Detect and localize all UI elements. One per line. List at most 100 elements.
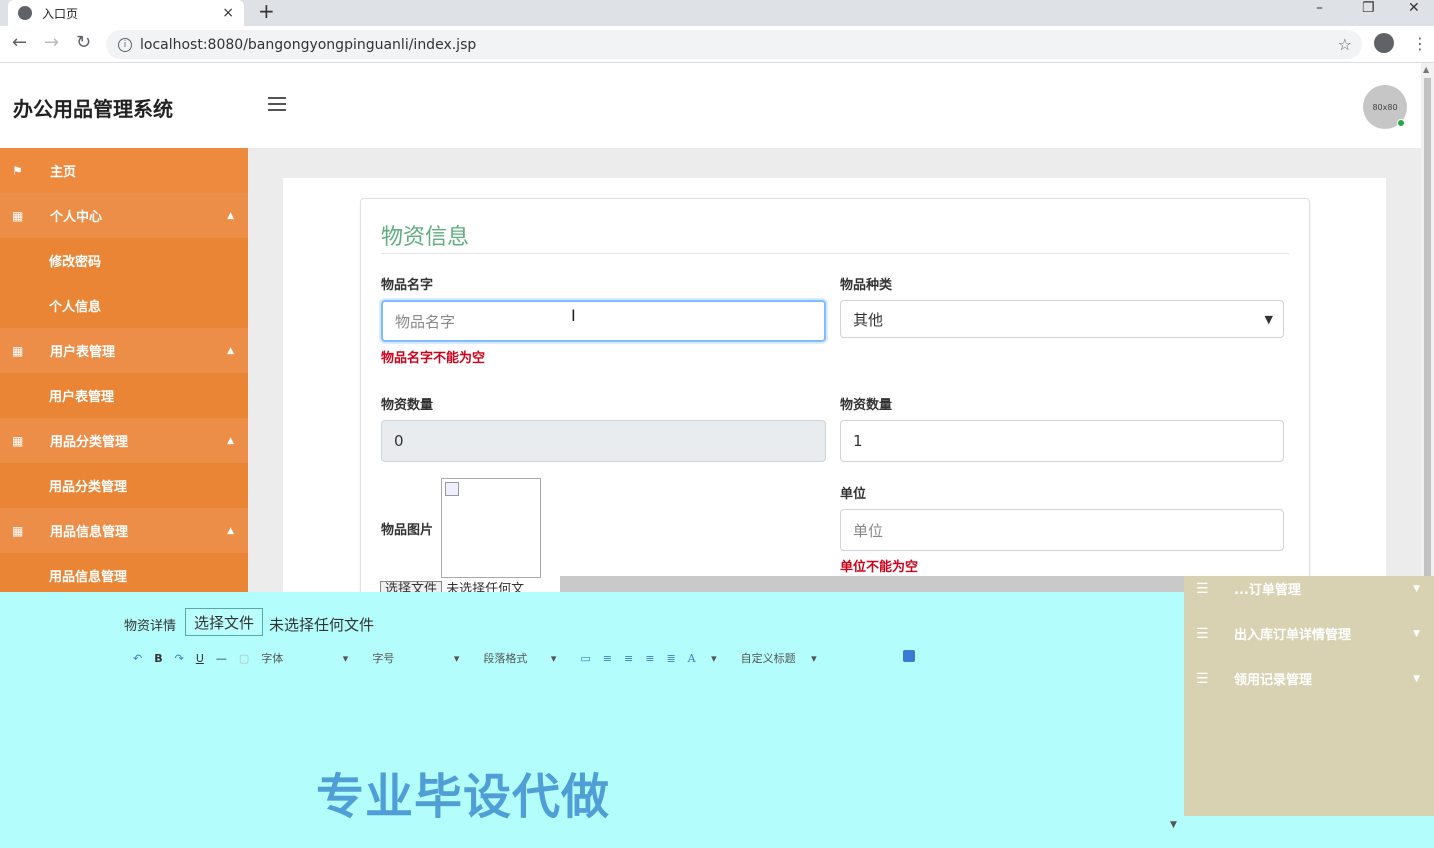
category-value: 其他 <box>853 310 884 329</box>
border-icon[interactable]: ▭ <box>580 652 590 665</box>
image-file-button[interactable]: 选择文件 <box>380 581 443 592</box>
forward-arrow-icon[interactable]: → <box>44 32 59 53</box>
undo-icon[interactable]: ↶ <box>133 652 142 665</box>
address-bar[interactable]: i localhost:8080/bangongyongpinguanli/in… <box>106 30 1362 59</box>
browser-tab-strip: 入口页 × + – ❐ ✕ <box>0 0 1434 26</box>
image-file-picker[interactable]: 选择文件 未选择任何文 <box>380 578 560 592</box>
bold-button[interactable]: B <box>154 652 162 665</box>
sidebar: ⚑ 主页 ▦ 个人中心 ▲ 修改密码 个人信息 ▦ 用户表管理 ▲ 用户表管理 … <box>0 148 248 592</box>
sidebar-item-personal-info[interactable]: 个人信息 <box>0 283 248 328</box>
qty-input[interactable]: 1 <box>840 420 1284 462</box>
chevron-down-icon: ▾ <box>453 652 460 665</box>
profile-icon[interactable] <box>1374 33 1394 53</box>
tab-close-icon[interactable]: × <box>222 5 234 21</box>
grid-icon: ▦ <box>12 343 24 358</box>
list-icon: ☰ <box>1196 670 1209 687</box>
editor-label: 物资详情 <box>124 619 177 634</box>
avatar[interactable]: 80x80 <box>1363 85 1407 129</box>
broken-image-icon <box>445 482 459 496</box>
reload-icon[interactable]: ↻ <box>76 32 91 53</box>
minimize-button[interactable]: – <box>1316 0 1323 16</box>
window-close-button[interactable]: ✕ <box>1408 0 1420 16</box>
sidebar-group-users[interactable]: ▦ 用户表管理 ▲ <box>0 328 248 373</box>
info-icon[interactable]: i <box>118 37 132 52</box>
browser-toolbar: ← → ↻ i localhost:8080/bangongyongpingua… <box>0 26 1434 63</box>
chevron-down-icon: ▾ <box>811 652 817 665</box>
sidebar-group-personal[interactable]: ▦ 个人中心 ▲ <box>0 193 248 238</box>
menu-kebab-icon[interactable]: ⋮ <box>1412 34 1428 53</box>
qty-value-left: 0 <box>394 432 404 450</box>
online-status-dot <box>1397 119 1405 127</box>
category-select[interactable]: 其他 ▼ <box>840 300 1284 338</box>
align-right-icon[interactable]: ≡ <box>624 652 633 665</box>
scroll-down-arrow-icon[interactable]: ▼ <box>1170 820 1177 830</box>
unit-placeholder: 单位 <box>853 521 884 540</box>
bookmark-star-icon[interactable]: ☆ <box>1338 35 1352 54</box>
overlay-menu-item-orders[interactable]: ☰ ...订单管理 ▼ <box>1184 566 1434 611</box>
item-image-preview <box>441 478 541 578</box>
qty-readonly-field: 0 <box>381 420 826 462</box>
app-header: 办公用品管理系统 80x80 <box>0 63 1421 148</box>
unit-label: 单位 <box>840 487 867 502</box>
font-size-label: 字号 <box>372 652 395 665</box>
sidebar-item-items[interactable]: 用品信息管理 <box>0 553 248 592</box>
sidebar-item-home[interactable]: ⚑ 主页 <box>0 148 248 193</box>
underline-button[interactable]: U <box>196 652 204 665</box>
grid-icon: ▦ <box>12 433 24 448</box>
custom-title-label: 自定义标题 <box>740 652 796 665</box>
editor-file-button[interactable]: 选择文件 <box>185 608 264 636</box>
align-justify-icon[interactable]: ≣ <box>666 652 675 665</box>
overlay-menu-item-order-details[interactable]: ☰ 出入库订单详情管理 ▼ <box>1184 611 1434 656</box>
horizontal-rule-button[interactable]: — <box>216 652 227 665</box>
scrollbar-thumb[interactable] <box>1424 78 1431 576</box>
item-name-label: 物品名字 <box>381 278 434 293</box>
unit-input[interactable]: 单位 <box>840 509 1284 551</box>
grid-icon: ▦ <box>12 208 24 223</box>
back-arrow-icon[interactable]: ← <box>12 32 27 53</box>
caret-down-icon: ▼ <box>1413 628 1420 639</box>
font-family-dropdown[interactable]: 字体 ▾ <box>261 650 360 666</box>
avatar-text: 80x80 <box>1372 102 1398 112</box>
watermark-text: 专业毕设代做 <box>316 769 611 825</box>
overlay-menu-label: 领用记录管理 <box>1234 673 1313 688</box>
align-center-icon[interactable]: ≡ <box>645 652 654 665</box>
editor-file-none: 未选择任何文件 <box>269 616 375 634</box>
content-wrapper: 物资信息 物品名字 物品名字 物品名字不能为空 物品种类 其他 ▼ 物资数量 0… <box>283 178 1386 598</box>
paragraph-label: 段落格式 <box>483 652 528 665</box>
fullscreen-icon[interactable] <box>903 650 915 662</box>
sidebar-item-label: 用品分类管理 <box>50 435 129 450</box>
sidebar-item-label: 用品信息管理 <box>50 525 129 540</box>
sidebar-item-label: 个人中心 <box>50 210 103 225</box>
font-size-dropdown[interactable]: 字号 ▾ <box>372 650 471 666</box>
format-icon[interactable]: ▢ <box>239 652 249 665</box>
caret-down-icon: ▼ <box>1413 673 1420 684</box>
qty-value-right: 1 <box>853 432 863 450</box>
form-card: 物资信息 物品名字 物品名字 物品名字不能为空 物品种类 其他 ▼ 物资数量 0… <box>360 198 1310 598</box>
sidebar-item-category[interactable]: 用品分类管理 <box>0 463 248 508</box>
paragraph-dropdown[interactable]: 段落格式 ▾ <box>483 650 568 666</box>
vertical-scrollbar[interactable]: ▲ <box>1421 63 1434 576</box>
browser-tab[interactable]: 入口页 × <box>8 0 244 26</box>
font-color-dropdown[interactable]: A ▾ <box>688 652 729 665</box>
restore-button[interactable]: ❐ <box>1362 0 1375 16</box>
scroll-up-arrow-icon[interactable]: ▲ <box>1423 65 1429 74</box>
new-tab-button[interactable]: + <box>258 0 275 22</box>
chevron-down-icon: ▾ <box>711 651 717 665</box>
redo-icon[interactable]: ↷ <box>175 652 184 665</box>
list-icon: ☰ <box>1196 625 1209 642</box>
custom-title-dropdown[interactable]: 自定义标题 ▾ <box>741 650 829 666</box>
category-label: 物品种类 <box>840 278 893 293</box>
sidebar-group-items[interactable]: ▦ 用品信息管理 ▲ <box>0 508 248 553</box>
caret-up-icon: ▲ <box>227 525 234 536</box>
caret-down-icon: ▼ <box>1413 583 1420 594</box>
hamburger-menu-icon[interactable] <box>268 97 286 111</box>
sidebar-item-change-password[interactable]: 修改密码 <box>0 238 248 283</box>
overlay-menu-item-records[interactable]: ☰ 领用记录管理 ▼ <box>1184 656 1434 701</box>
sidebar-item-users[interactable]: 用户表管理 <box>0 373 248 418</box>
sidebar-item-label: 用户表管理 <box>50 345 116 360</box>
caret-up-icon: ▲ <box>227 210 234 221</box>
sidebar-group-category[interactable]: ▦ 用品分类管理 ▲ <box>0 418 248 463</box>
sidebar-item-label: 主页 <box>50 165 77 180</box>
item-name-input[interactable]: 物品名字 <box>381 300 826 342</box>
align-left-icon[interactable]: ≡ <box>603 652 612 665</box>
